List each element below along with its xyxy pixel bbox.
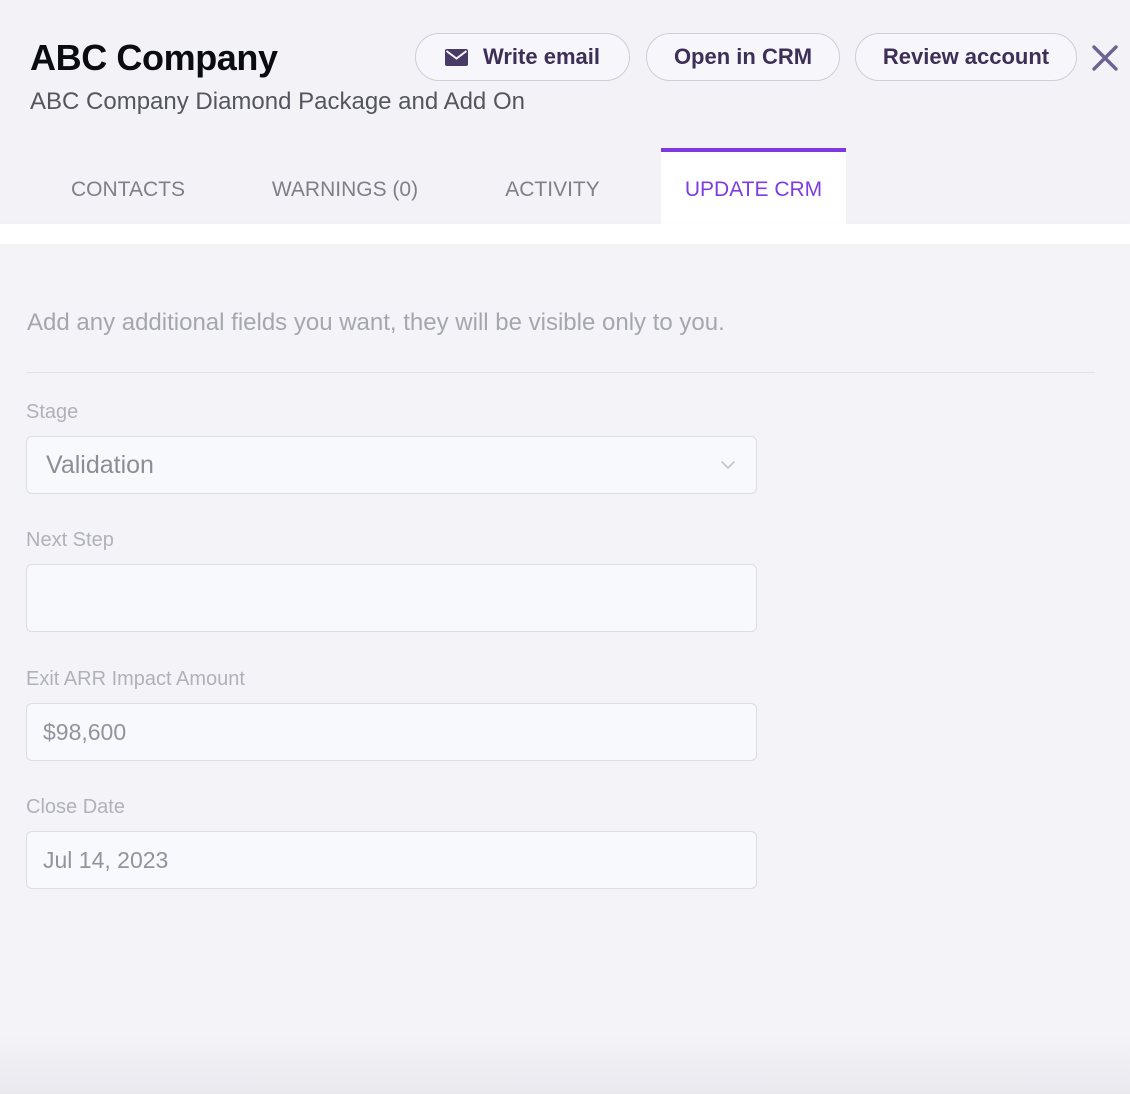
next-step-label: Next Step	[26, 529, 114, 551]
exit-arr-value: $98,600	[43, 718, 127, 745]
divider	[26, 372, 1095, 373]
chevron-down-icon	[720, 457, 736, 473]
page-subtitle: ABC Company Diamond Package and Add On	[30, 88, 525, 115]
exit-arr-label: Exit ARR Impact Amount	[26, 668, 245, 690]
tab-activity[interactable]: ACTIVITY	[480, 148, 625, 226]
update-crm-panel: Add any additional fields you want, they…	[0, 244, 1130, 1094]
close-date-field[interactable]: Jul 14, 2023	[26, 831, 757, 889]
tab-content-band	[0, 224, 1130, 244]
open-in-crm-button[interactable]: Open in CRM	[646, 33, 840, 81]
page-title: ABC Company	[30, 37, 278, 78]
review-account-label: Review account	[882, 44, 1050, 69]
close-icon[interactable]	[1089, 42, 1121, 74]
form-intro-text: Add any additional fields you want, they…	[27, 309, 725, 336]
mail-icon	[445, 48, 468, 66]
exit-arr-impact-field[interactable]: $98,600	[26, 703, 757, 761]
stage-select[interactable]: Validation	[26, 436, 757, 494]
close-date-value: Jul 14, 2023	[43, 846, 169, 873]
open-in-crm-label: Open in CRM	[673, 44, 813, 69]
stage-value: Validation	[46, 450, 154, 479]
write-email-button[interactable]: Write email	[415, 33, 630, 81]
close-date-label: Close Date	[26, 796, 125, 818]
write-email-label: Write email	[483, 44, 600, 69]
tab-bar: CONTACTS WARNINGS (0) ACTIVITY UPDATE CR…	[0, 148, 1130, 226]
account-header: ABC Company ABC Company Diamond Package …	[0, 0, 1130, 226]
next-step-field[interactable]	[26, 564, 757, 632]
tab-contacts[interactable]: CONTACTS	[40, 148, 216, 226]
tab-update-crm[interactable]: UPDATE CRM	[661, 148, 846, 226]
stage-label: Stage	[26, 401, 79, 423]
review-account-button[interactable]: Review account	[855, 33, 1077, 81]
tab-warnings[interactable]: WARNINGS (0)	[250, 148, 440, 226]
